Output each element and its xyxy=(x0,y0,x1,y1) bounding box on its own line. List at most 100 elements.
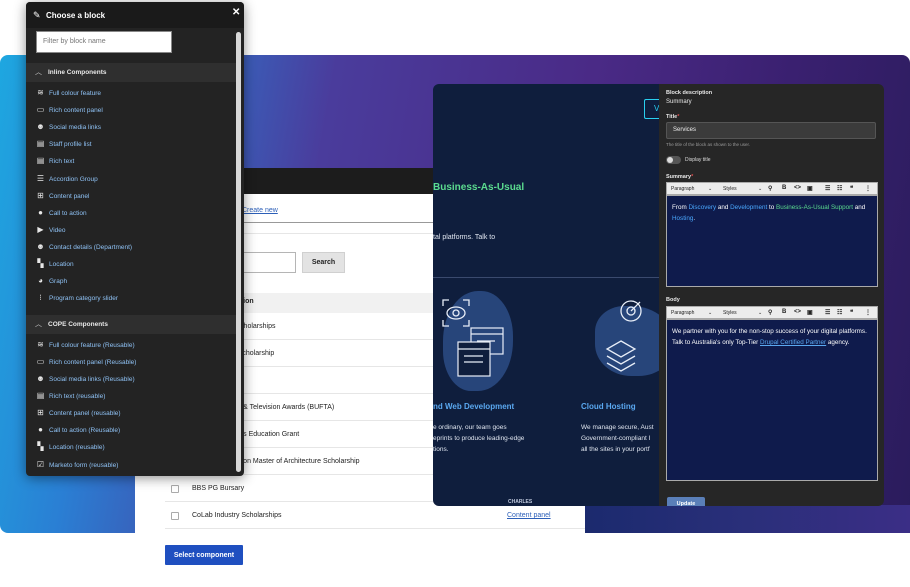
block-item-rich-text[interactable]: ▤ Rich text xyxy=(35,154,75,168)
blockquote-icon[interactable]: ❝ xyxy=(850,309,853,316)
more-options-icon[interactable]: ⋮ xyxy=(865,309,871,316)
preview-text-line: tions. xyxy=(433,446,449,453)
block-item-content-panel[interactable]: ⊞ Content panel xyxy=(35,189,89,203)
chevron-down-icon: ⌄ xyxy=(758,310,763,316)
code-icon[interactable]: <> xyxy=(794,185,801,191)
section-cope-components[interactable]: ︿ COPE Components xyxy=(26,315,236,334)
title-hint: The title of the block as shown to the u… xyxy=(666,142,751,147)
block-item-video[interactable]: ▶ Video xyxy=(35,223,65,237)
create-new-link[interactable]: Create new xyxy=(242,207,278,214)
display-title-toggle[interactable] xyxy=(666,156,681,164)
code-icon[interactable]: <> xyxy=(794,309,801,315)
location-icon: ▚ xyxy=(37,259,44,268)
summary-text: From Discovery and Development to Busine… xyxy=(672,204,866,222)
summary-label: Summary* xyxy=(666,174,694,180)
listing-search-input[interactable] xyxy=(236,252,296,273)
paragraph-format-dropdown[interactable]: Paragraph xyxy=(671,310,694,316)
block-item-program-category-slider[interactable]: ⁝ Program category slider xyxy=(35,291,118,305)
table-row[interactable]: CoLab Industry Scholarships Content pane… xyxy=(165,502,585,529)
preview-hero-title: Business-As-Usual xyxy=(433,182,525,193)
dialog-header: ✎ Choose a block ✕ xyxy=(26,2,244,28)
paragraph-format-dropdown[interactable]: Paragraph xyxy=(671,186,694,192)
title-input[interactable]: Services xyxy=(666,122,876,139)
block-item-full-colour-feature[interactable]: ≋ Full colour feature xyxy=(35,86,101,100)
block-item-content-panel-reusable[interactable]: ⊞ Content panel (reusable) xyxy=(35,406,120,420)
chevron-down-icon: ⌄ xyxy=(708,310,713,316)
web-windows-icon xyxy=(457,327,504,377)
block-item-marketo-form-reusable[interactable]: ☑ Marketo form (reusable) xyxy=(35,458,118,472)
styles-dropdown[interactable]: Styles xyxy=(723,186,737,192)
partner-logo-text: CHARLES xyxy=(508,499,533,505)
content-panel-icon: ⊞ xyxy=(37,191,44,200)
program-category-slider-icon: ⁝ xyxy=(39,293,42,302)
marketo-form-icon: ☑ xyxy=(36,460,45,469)
content-panel-icon: ⊞ xyxy=(37,408,44,417)
dialog-title: Choose a block xyxy=(46,11,106,20)
block-description-value: Summary xyxy=(666,99,692,105)
block-item-graph[interactable]: ◕ Graph xyxy=(35,274,67,288)
block-item-rich-content-panel-reusable[interactable]: ▭ Rich content panel (Reusable) xyxy=(35,355,137,369)
pencil-icon: ✎ xyxy=(33,10,41,20)
background-gradient-strip xyxy=(585,505,910,533)
chevron-up-icon: ︿ xyxy=(35,69,42,76)
section-inline-components[interactable]: ︿ Inline Components xyxy=(26,63,236,82)
block-item-social-media-links[interactable]: ☻ Social media links xyxy=(35,120,101,134)
bold-icon[interactable]: B xyxy=(782,185,786,191)
block-item-accordion-group[interactable]: ☰ Accordion Group xyxy=(35,172,98,186)
block-item-location-reusable[interactable]: ▚ Location (reusable) xyxy=(35,440,104,454)
close-icon[interactable]: ✕ xyxy=(232,7,240,18)
block-item-staff-profile-list[interactable]: ▤ Staff profile list xyxy=(35,137,92,151)
block-item-rich-content-panel[interactable]: ▭ Rich content panel xyxy=(35,103,103,117)
insert-block-icon[interactable]: ▣ xyxy=(807,309,813,316)
preview-heading-cloud-hosting: Cloud Hosting xyxy=(581,402,636,411)
bold-icon[interactable]: B xyxy=(782,309,786,315)
numbered-list-icon[interactable]: ☷ xyxy=(837,309,842,316)
search-button[interactable]: Search xyxy=(302,252,345,273)
block-item-location[interactable]: ▚ Location xyxy=(35,257,73,271)
row-type-link[interactable]: Content panel xyxy=(507,512,551,519)
social-media-links-icon: ☻ xyxy=(36,122,45,131)
preview-text-line: eprints to produce leading-edge xyxy=(433,435,525,442)
preview-text-line: all the sites in your portf xyxy=(581,446,650,453)
full-colour-feature-icon: ≋ xyxy=(37,340,44,349)
row-checkbox[interactable] xyxy=(171,512,179,520)
accordion-group-icon: ☰ xyxy=(36,174,45,183)
link-icon[interactable]: ⚲ xyxy=(768,185,772,192)
divider xyxy=(236,233,436,234)
row-checkbox[interactable] xyxy=(171,485,179,493)
numbered-list-icon[interactable]: ☷ xyxy=(837,185,842,192)
website-preview: V Business-As-Usual tal platforms. Talk … xyxy=(433,84,678,506)
target-icon xyxy=(620,300,642,322)
styles-dropdown[interactable]: Styles xyxy=(723,310,737,316)
bullet-list-icon[interactable]: ☰ xyxy=(825,185,830,192)
call-to-action-icon: ● xyxy=(38,208,43,217)
block-item-social-media-links-reusable[interactable]: ☻ Social media links (Reusable) xyxy=(35,372,134,386)
location-icon: ▚ xyxy=(37,442,44,451)
body-editor-area[interactable]: We partner with you for the non-stop suc… xyxy=(666,319,878,481)
block-item-contact-details[interactable]: ☻ Contact details (Department) xyxy=(35,240,132,254)
bullet-list-icon[interactable]: ☰ xyxy=(825,309,830,316)
dialog-scrollbar[interactable] xyxy=(236,32,241,472)
graph-icon: ◕ xyxy=(38,276,43,285)
scrollbar-thumb[interactable] xyxy=(236,32,241,472)
block-item-call-to-action[interactable]: ● Call to action xyxy=(35,206,87,220)
block-item-full-colour-feature-reusable[interactable]: ≋ Full colour feature (Reusable) xyxy=(35,338,134,352)
preview-text-line: Government-compliant I xyxy=(581,435,651,442)
rich-content-panel-icon: ▭ xyxy=(36,357,45,366)
block-item-rich-text-reusable[interactable]: ▤ Rich text (reusable) xyxy=(35,389,106,403)
video-icon: ▶ xyxy=(37,225,44,234)
filter-block-input[interactable]: Filter by block name xyxy=(36,31,172,53)
update-button[interactable]: Update xyxy=(667,497,705,506)
summary-editor-area[interactable]: From Discovery and Development to Busine… xyxy=(666,195,878,287)
blockquote-icon[interactable]: ❝ xyxy=(850,185,853,192)
link-icon[interactable]: ⚲ xyxy=(768,309,772,316)
select-component-button[interactable]: Select component xyxy=(165,545,243,565)
summary-editor-toolbar: Paragraph ⌄ Styles ⌄ ⚲ B <> ▣ ☰ ☷ ❝ ⋮ xyxy=(666,182,878,195)
more-options-icon[interactable]: ⋮ xyxy=(865,185,871,192)
block-item-call-to-action-reusable[interactable]: ● Call to action (Reusable) xyxy=(35,423,120,437)
chevron-down-icon: ⌄ xyxy=(758,186,763,192)
insert-block-icon[interactable]: ▣ xyxy=(807,185,813,192)
row-name: CoLab Industry Scholarships xyxy=(192,512,282,519)
cloud-layers-icon xyxy=(605,340,637,372)
call-to-action-icon: ● xyxy=(38,425,43,434)
